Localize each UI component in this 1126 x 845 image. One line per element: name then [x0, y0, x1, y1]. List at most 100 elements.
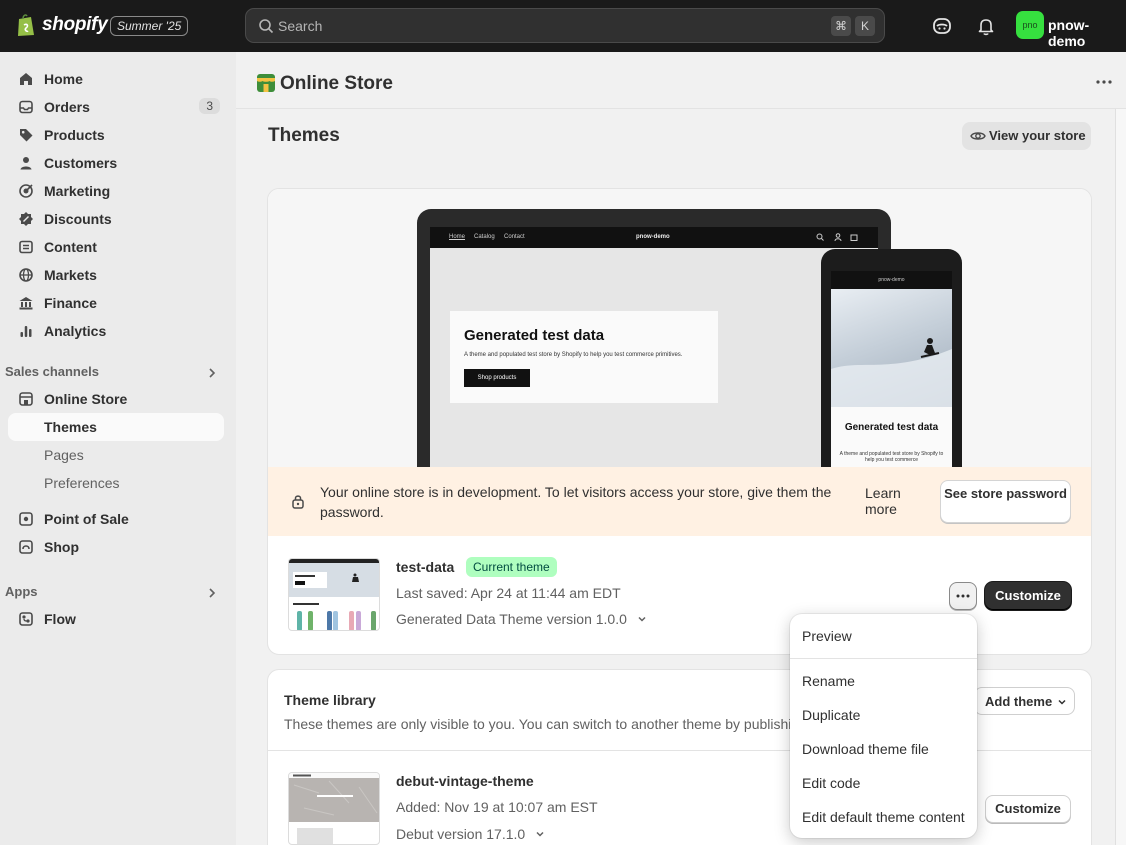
sidebar-item-label: Pages: [44, 447, 84, 463]
theme-thumbnail[interactable]: [288, 558, 380, 631]
sidebar-item-themes[interactable]: Themes: [8, 413, 224, 441]
development-banner: Your online store is in development. To …: [268, 467, 1091, 536]
menu-item-rename[interactable]: Rename: [796, 666, 971, 696]
sidebar-item-label: Flow: [44, 611, 76, 627]
search-bar[interactable]: Search ⌘ K: [245, 8, 885, 43]
section-title: Themes: [268, 125, 340, 146]
sidebar-item-pages[interactable]: Pages: [8, 441, 224, 469]
shopify-logo[interactable]: shopify: [16, 13, 108, 37]
apps-heading[interactable]: Apps: [5, 584, 38, 599]
sidebar-item-orders[interactable]: Orders 3: [8, 93, 224, 121]
theme-version-label: Generated Data Theme version 1.0.0: [396, 611, 627, 627]
theme-thumbnail[interactable]: [288, 772, 380, 845]
current-theme-card: Home Catalog Contact pnow-demo Generated…: [267, 188, 1092, 655]
menu-item-label: Rename: [802, 673, 855, 689]
theme-name: test-data: [396, 559, 455, 575]
sidebar-item-shop[interactable]: Shop: [8, 533, 224, 561]
development-message: Your online store is in development. To …: [320, 484, 832, 520]
preview-hero-title: Generated test data: [464, 327, 605, 344]
sidebar-item-content[interactable]: Content: [8, 233, 224, 261]
menu-item-preview[interactable]: Preview: [796, 621, 971, 651]
scrollbar[interactable]: [1115, 109, 1126, 845]
sidebar-item-markets[interactable]: Markets: [8, 261, 224, 289]
page-header: Online Store: [236, 52, 1126, 109]
chevron-right-icon[interactable]: [206, 367, 218, 379]
target-icon: [19, 184, 33, 198]
chevron-right-icon[interactable]: [206, 587, 218, 599]
last-saved-text: Last saved: Apr 24 at 11:44 am EDT: [396, 585, 621, 601]
menu-item-edit-code[interactable]: Edit code: [796, 768, 971, 798]
menu-item-label: Edit default theme content: [802, 809, 965, 825]
sidebar-item-online-store[interactable]: Online Store: [8, 385, 224, 413]
preview-nav-link: Catalog: [474, 234, 495, 240]
menu-divider: [790, 658, 977, 659]
sidebar-item-point-of-sale[interactable]: Point of Sale: [8, 505, 224, 533]
preview-shop-button: Shop products: [464, 369, 530, 387]
sidebar-item-finance[interactable]: Finance: [8, 289, 224, 317]
chevron-down-icon: [536, 831, 544, 837]
preview-nav-link: Contact: [504, 234, 525, 240]
sidebar-item-marketing[interactable]: Marketing: [8, 177, 224, 205]
sidebar-item-analytics[interactable]: Analytics: [8, 317, 224, 345]
theme-thumbnail-image: [289, 559, 379, 630]
sidebar-item-home[interactable]: Home: [8, 65, 224, 93]
sidebar-item-label: Point of Sale: [44, 511, 129, 527]
menu-item-label: Edit code: [802, 775, 861, 791]
sidebar-item-customers[interactable]: Customers: [8, 149, 224, 177]
current-theme-badge: Current theme: [466, 557, 557, 577]
theme-actions-button[interactable]: [949, 582, 977, 610]
view-store-label: View your store: [989, 128, 1086, 143]
search-input[interactable]: Search: [278, 18, 322, 34]
content-icon: [19, 240, 33, 254]
theme-library-subtitle: These themes are only visible to you. Yo…: [284, 716, 792, 732]
sidebar-item-discounts[interactable]: Discounts: [8, 205, 224, 233]
sidebar-item-label: Customers: [44, 155, 118, 171]
chevron-down-icon: [638, 616, 646, 622]
view-store-button[interactable]: View your store: [962, 122, 1091, 150]
theme-library-title: Theme library: [284, 692, 376, 708]
phone-nav: pnow-demo: [831, 271, 952, 289]
phone-screen: pnow-demo Generated test data A theme an…: [831, 271, 952, 467]
theme-version-toggle[interactable]: Generated Data Theme version 1.0.0: [396, 611, 647, 627]
more-actions-icon[interactable]: [1094, 74, 1114, 90]
snowboarder-figure: [831, 338, 952, 407]
preview-hero-subtitle: A theme and populated test store by Shop…: [464, 352, 683, 358]
phone-hero-title: Generated test data: [844, 422, 939, 433]
avatar[interactable]: pno: [1016, 11, 1044, 39]
store-name[interactable]: pnow-demo: [1048, 17, 1126, 49]
menu-item-edit-default-theme-content[interactable]: Edit default theme content: [796, 802, 971, 832]
preview-account-icon: [834, 233, 842, 241]
sidebar-item-label: Themes: [44, 419, 97, 435]
storefront-icon: [19, 392, 33, 406]
snowboarder-image: [831, 289, 952, 407]
sidekick-icon[interactable]: [931, 15, 953, 37]
add-theme-button[interactable]: Add theme: [974, 687, 1075, 715]
preview-store-name: pnow-demo: [636, 234, 670, 240]
customize-button[interactable]: Customize: [985, 795, 1071, 823]
see-store-password-button[interactable]: See store password: [940, 480, 1071, 523]
preview-nav-link: Home: [449, 234, 466, 240]
menu-item-download-theme-file[interactable]: Download theme file: [796, 734, 971, 764]
page-title: Online Store: [280, 73, 393, 94]
learn-more-link[interactable]: Learn more: [865, 485, 915, 517]
bar-chart-icon: [20, 326, 32, 337]
sidebar-item-label: Content: [44, 239, 97, 255]
laptop-screen: Home Catalog Contact pnow-demo Generated…: [430, 227, 878, 467]
sidebar-item-label: Analytics: [44, 323, 107, 339]
theme-preview[interactable]: Home Catalog Contact pnow-demo Generated…: [268, 189, 1091, 467]
sidebar-item-label: Preferences: [44, 475, 120, 491]
theme-added-text: Added: Nov 19 at 10:07 am EST: [396, 799, 598, 815]
globe-icon: [19, 268, 33, 282]
sidebar-item-products[interactable]: Products: [8, 121, 224, 149]
bell-icon[interactable]: [975, 15, 997, 37]
theme-version-toggle[interactable]: Debut version 17.1.0: [396, 826, 545, 842]
online-store-icon: [257, 74, 275, 92]
edition-badge[interactable]: Summer '25: [110, 16, 189, 36]
sidebar-item-label: Online Store: [44, 391, 128, 407]
sales-channels-heading[interactable]: Sales channels: [5, 364, 99, 379]
sidebar-item-flow[interactable]: Flow: [8, 605, 224, 633]
sidebar-item-preferences[interactable]: Preferences: [8, 469, 224, 497]
theme-version-label: Debut version 17.1.0: [396, 826, 526, 842]
menu-item-duplicate[interactable]: Duplicate: [796, 700, 971, 730]
customize-button[interactable]: Customize: [985, 582, 1071, 610]
